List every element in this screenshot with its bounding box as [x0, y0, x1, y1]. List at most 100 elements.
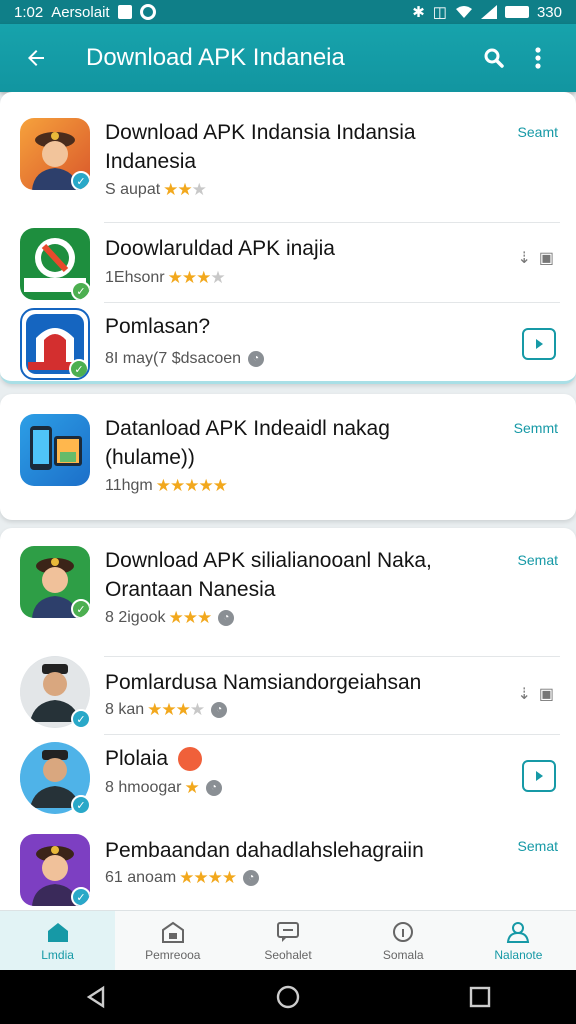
- sync-icon: [139, 4, 156, 20]
- clock-icon: ◔: [243, 870, 260, 886]
- clock-icon: ◔: [211, 702, 228, 718]
- download-icon[interactable]: ⇣: [517, 248, 530, 268]
- app-meta: 8 hmoogar ★ ◔: [105, 778, 222, 798]
- nav-label: Seohalet: [264, 947, 312, 962]
- system-recents-button[interactable]: [460, 977, 500, 1017]
- verified-badge-icon: ✓: [71, 281, 90, 300]
- bottom-navigation: Lmdia Pemreooa Seohalet Somala Nalanote: [0, 910, 576, 970]
- app-bar: Download APK Indaneia: [0, 24, 576, 92]
- app-card: Datanload APK Indeaidl nakag (hulame)) 1…: [0, 394, 576, 520]
- verified-badge-icon: ✓: [71, 709, 91, 729]
- avatar: ✓: [20, 656, 91, 729]
- play-icon: [536, 339, 543, 349]
- action-button[interactable]: Semat: [518, 552, 558, 568]
- search-icon: [484, 48, 504, 68]
- app-title: Download APK Indansia Indansia Indanesia: [105, 121, 416, 173]
- download-icon[interactable]: ⇣: [517, 684, 530, 704]
- verified-badge-icon: ✓: [71, 795, 91, 815]
- nav-label: Somala: [382, 947, 424, 962]
- rating-stars: ★★★: [168, 608, 213, 627]
- action-button[interactable]: Semat: [518, 838, 558, 854]
- action-button[interactable]: Seamt: [518, 124, 558, 140]
- app-meta-text: 8I may(7 $dsacoen: [105, 350, 242, 367]
- app-meta: S aupat ★★★: [105, 180, 207, 200]
- chat-icon: [277, 921, 299, 942]
- nav-item-chat[interactable]: Seohalet: [230, 911, 345, 970]
- app-meta-text: 61 anoam: [105, 869, 177, 886]
- rating-stars: ★: [184, 778, 200, 797]
- nav-item-home[interactable]: Lmdia: [0, 911, 116, 970]
- app-meta: 8I may(7 $dsacoen ◔: [105, 350, 265, 368]
- battery-icon: [504, 6, 529, 18]
- bluetooth-icon: ✱: [412, 4, 425, 21]
- app-meta: 11hgm ★★★★★: [105, 476, 228, 496]
- clock-icon: ◔: [205, 780, 222, 796]
- divider: [104, 734, 560, 735]
- app-icon: ✓: [20, 308, 90, 380]
- app-title-text: Plolaia: [105, 747, 169, 770]
- triangle-back-icon: [86, 985, 105, 1009]
- app-title: Doowlaruldad APK inajia: [105, 237, 335, 260]
- clock-icon: ◔: [248, 351, 265, 367]
- app-list: ✓ Download APK Indansia Indansia Indanes…: [0, 92, 576, 910]
- app-title: Datanload APK Indeaidl nakag (hulame)): [105, 417, 390, 469]
- divider: [104, 302, 560, 303]
- storage-icon[interactable]: ▣: [539, 248, 554, 268]
- app-meta-text: 8 kan: [105, 701, 145, 718]
- page-title: Download APK Indaneia: [86, 44, 345, 71]
- wifi-icon: [455, 6, 472, 18]
- nav-label: Nalanote: [494, 947, 543, 962]
- verified-badge-icon: ✓: [69, 359, 88, 378]
- square-recents-icon: [469, 986, 491, 1008]
- list-item[interactable]: ✓ Doowlaruldad APK inajia 1Ehsonr ★★★★ ⇣…: [0, 222, 576, 302]
- app-title: Download APK silialianooanl Naka, Oranta…: [105, 549, 432, 601]
- nav-item-store[interactable]: Pemreooa: [115, 911, 230, 970]
- list-item[interactable]: ✓ Pembaandan dahadlahslehagraiin 61 anoa…: [0, 830, 576, 910]
- list-item[interactable]: ✓ Plolaia 8 hmoogar ★ ◔: [0, 734, 576, 830]
- action-icons: ⇣ ▣: [517, 684, 554, 704]
- verified-badge-icon: ✓: [71, 171, 90, 190]
- search-button[interactable]: [472, 36, 516, 80]
- app-icon: ✓: [20, 834, 90, 906]
- back-button[interactable]: [16, 38, 56, 78]
- system-back-button[interactable]: [76, 977, 116, 1017]
- list-item[interactable]: ✓ Download APK Indansia Indansia Indanes…: [0, 92, 576, 222]
- nav-item-info[interactable]: Somala: [346, 911, 461, 970]
- emoji-icon: [177, 747, 202, 772]
- app-meta-text: 11hgm: [105, 477, 153, 494]
- status-carrier: Aersolait: [51, 3, 110, 21]
- clock-icon: ◔: [218, 610, 235, 626]
- system-home-button[interactable]: [268, 977, 308, 1017]
- more-options-button[interactable]: [516, 36, 560, 80]
- app-title: Plolaia: [105, 744, 475, 773]
- app-meta: 8 2igook ★★★ ◔: [105, 608, 235, 628]
- verified-badge-icon: ✓: [71, 887, 90, 906]
- circle-home-icon: [276, 985, 300, 1009]
- rating-stars: ★★★★: [147, 700, 205, 719]
- app-meta-text: 1Ehsonr: [105, 269, 165, 286]
- storage-icon[interactable]: ▣: [539, 684, 554, 704]
- open-button[interactable]: [522, 328, 556, 360]
- divider: [104, 222, 560, 223]
- action-button[interactable]: Semmt: [514, 420, 558, 436]
- list-item[interactable]: Datanload APK Indeaidl nakag (hulame)) 1…: [0, 394, 576, 520]
- profile-icon: [507, 921, 530, 943]
- open-button[interactable]: [522, 760, 556, 792]
- home-icon: [47, 922, 68, 942]
- signal-icon: [480, 5, 497, 19]
- rating-stars: ★★★★: [167, 268, 226, 287]
- app-card: ✓ Download APK silialianooanl Naka, Oran…: [0, 528, 576, 910]
- app-meta: 8 kan ★★★★ ◔: [105, 700, 228, 720]
- app-icon: ✓: [20, 228, 90, 300]
- nav-label: Pemreooa: [145, 947, 201, 962]
- system-navigation-bar: [0, 970, 576, 1024]
- list-item[interactable]: ✓ Pomlardusa Namsiandorgeiahsan 8 kan ★★…: [0, 656, 576, 734]
- app-icon: ✓: [20, 546, 90, 618]
- app-meta-text: 8 2igook: [105, 609, 166, 626]
- nav-item-profile[interactable]: Nalanote: [461, 911, 576, 970]
- vibrate-icon: ◫: [432, 4, 447, 21]
- divider: [104, 656, 560, 657]
- list-item[interactable]: ✓ Pomlasan? 8I may(7 $dsacoen ◔: [0, 302, 576, 381]
- list-item[interactable]: ✓ Download APK silialianooanl Naka, Oran…: [0, 528, 576, 656]
- app-meta-text: 8 hmoogar: [105, 779, 182, 796]
